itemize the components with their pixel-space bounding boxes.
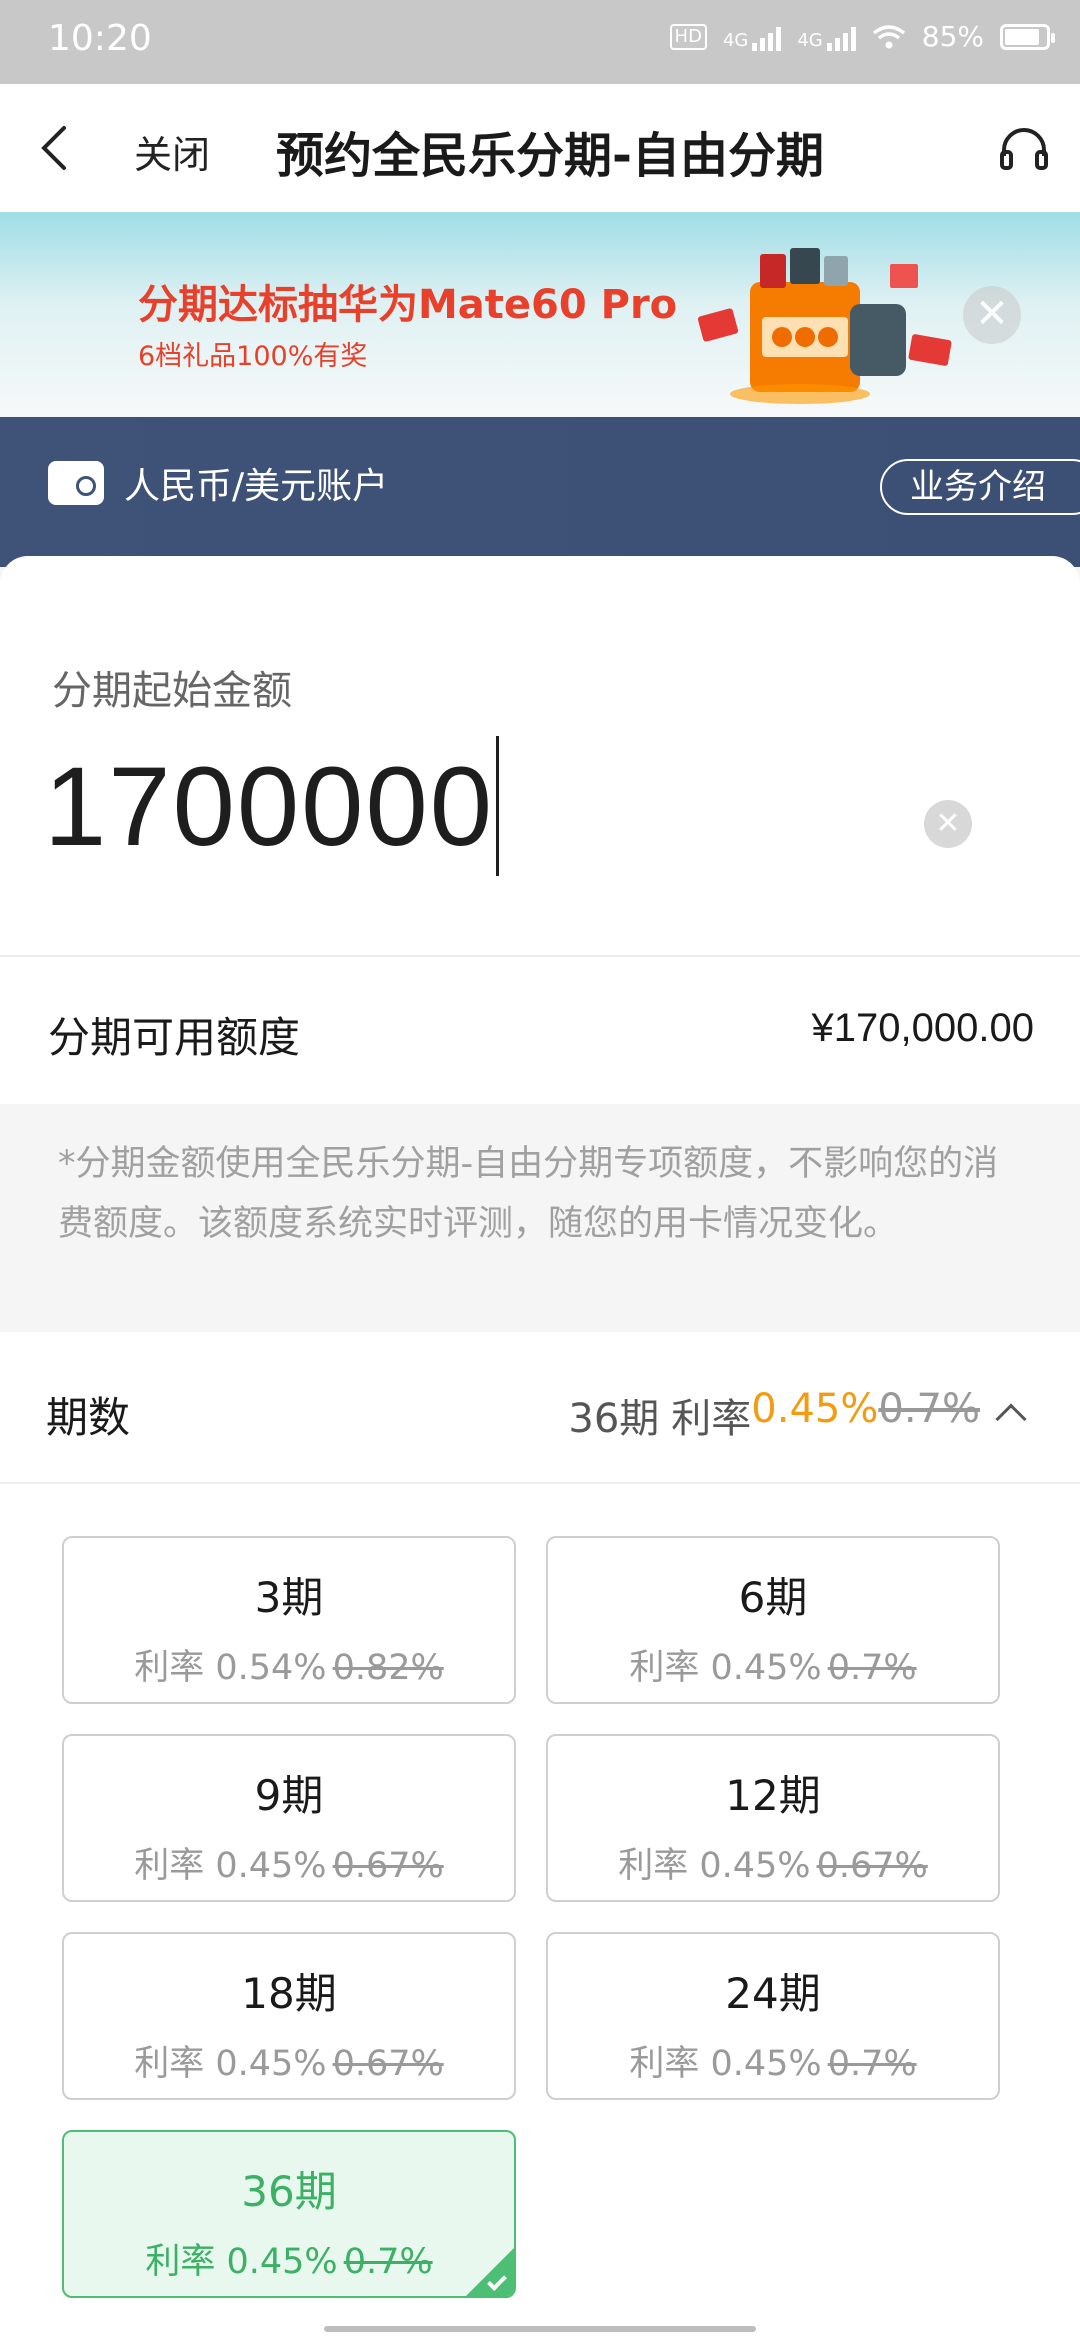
term-option-18[interactable]: 18期 利率 0.45% 0.67%	[62, 1932, 516, 2100]
network-type-1: 4G	[722, 29, 749, 51]
signal-icon-1: 4G	[722, 23, 782, 51]
wallet-icon	[48, 461, 104, 505]
battery-icon	[1000, 23, 1055, 50]
term-option-36[interactable]: 36期 利率 0.45% 0.7%	[62, 2130, 516, 2298]
wifi-icon	[872, 24, 905, 48]
divider	[0, 955, 1080, 957]
status-time: 10:20	[48, 18, 152, 59]
selected-rate: 0.45%	[751, 1386, 879, 1432]
term-option-label: 12期	[725, 1771, 821, 1820]
customer-service-icon[interactable]	[998, 126, 1050, 172]
status-icons: HD 4G 4G 85%	[669, 20, 1055, 53]
term-option-label: 36期	[241, 2167, 337, 2216]
prize-illustration	[697, 248, 952, 404]
term-option-label: 24期	[725, 1969, 821, 2018]
amount-input[interactable]: 1700000	[44, 736, 500, 876]
close-icon: ✕	[975, 291, 1009, 337]
selected-old-rate: 0.7%	[878, 1386, 980, 1432]
term-option-label: 9期	[254, 1771, 324, 1820]
term-option-rate: 利率 0.45% 0.7%	[629, 1648, 917, 1688]
banner-title: 分期达标抽华为Mate60 Pro	[138, 282, 678, 328]
term-option-rate: 利率 0.45% 0.7%	[145, 2242, 433, 2282]
term-selector[interactable]: 36期 利率 0.45% 0.7%	[568, 1386, 980, 1444]
business-intro-button[interactable]: 业务介绍	[880, 459, 1080, 515]
installment-form: 分期起始金额 1700000 ✕ 分期可用额度 ¥170,000.00 *分期金…	[0, 556, 1080, 2340]
signal-icon-2: 4G	[797, 23, 856, 51]
term-option-6[interactable]: 6期 利率 0.45% 0.7%	[546, 1536, 1000, 1704]
page-title: 预约全民乐分期-自由分期	[276, 128, 824, 184]
term-option-rate: 利率 0.45% 0.7%	[629, 2044, 917, 2084]
selected-term: 36期	[568, 1396, 660, 1442]
account-label: 人民币/美元账户	[124, 466, 389, 507]
term-option-label: 6期	[738, 1573, 808, 1622]
network-type-2: 4G	[797, 29, 823, 51]
clear-icon: ✕	[935, 806, 961, 841]
banner-subtitle: 6档礼品100%有奖	[138, 341, 368, 372]
banner-close-button[interactable]: ✕	[963, 286, 1021, 344]
term-option-24[interactable]: 24期 利率 0.45% 0.7%	[546, 1932, 1000, 2100]
term-option-label: 3期	[254, 1573, 324, 1622]
battery-percent: 85%	[921, 20, 984, 53]
term-option-3[interactable]: 3期 利率 0.54% 0.82%	[62, 1536, 516, 1704]
hd-icon: HD	[669, 23, 707, 50]
term-options: 3期 利率 0.54% 0.82% 6期 利率 0.45% 0.7% 9期 利率 0…	[62, 1536, 1002, 2298]
text-caret	[496, 736, 500, 876]
divider	[0, 1482, 1080, 1484]
limit-note: *分期金额使用全民乐分期-自由分期专项额度，不影响您的消费额度。该额度系统实时评…	[0, 1104, 1080, 1332]
selected-corner	[466, 2248, 514, 2296]
nav-header: 关闭 预约全民乐分期-自由分期	[0, 84, 1080, 212]
account-bar: 人民币/美元账户 业务介绍	[0, 417, 1080, 567]
term-option-rate: 利率 0.45% 0.67%	[134, 2044, 444, 2084]
term-option-rate: 利率 0.45% 0.67%	[134, 1846, 444, 1886]
promo-banner[interactable]: 分期达标抽华为Mate60 Pro 6档礼品100%有奖	[0, 212, 1080, 417]
available-limit-value: ¥170,000.00	[811, 1006, 1034, 1050]
term-option-12[interactable]: 12期 利率 0.45% 0.67%	[546, 1734, 1000, 1902]
available-limit-label: 分期可用额度	[48, 1013, 301, 1062]
home-indicator[interactable]	[324, 2326, 756, 2332]
term-option-label: 18期	[241, 1969, 337, 2018]
clear-amount-button[interactable]: ✕	[924, 800, 972, 848]
term-option-9[interactable]: 9期 利率 0.45% 0.67%	[62, 1734, 516, 1902]
rate-prefix: 利率	[671, 1396, 752, 1442]
status-bar: 10:20 HD 4G 4G 85%	[0, 0, 1080, 84]
term-option-rate: 利率 0.54% 0.82%	[134, 1648, 444, 1688]
amount-label: 分期起始金额	[52, 668, 292, 714]
amount-value: 1700000	[44, 743, 495, 869]
term-option-rate: 利率 0.45% 0.67%	[618, 1846, 928, 1886]
term-label: 期数	[46, 1393, 131, 1442]
chevron-up-icon[interactable]	[995, 1403, 1027, 1435]
